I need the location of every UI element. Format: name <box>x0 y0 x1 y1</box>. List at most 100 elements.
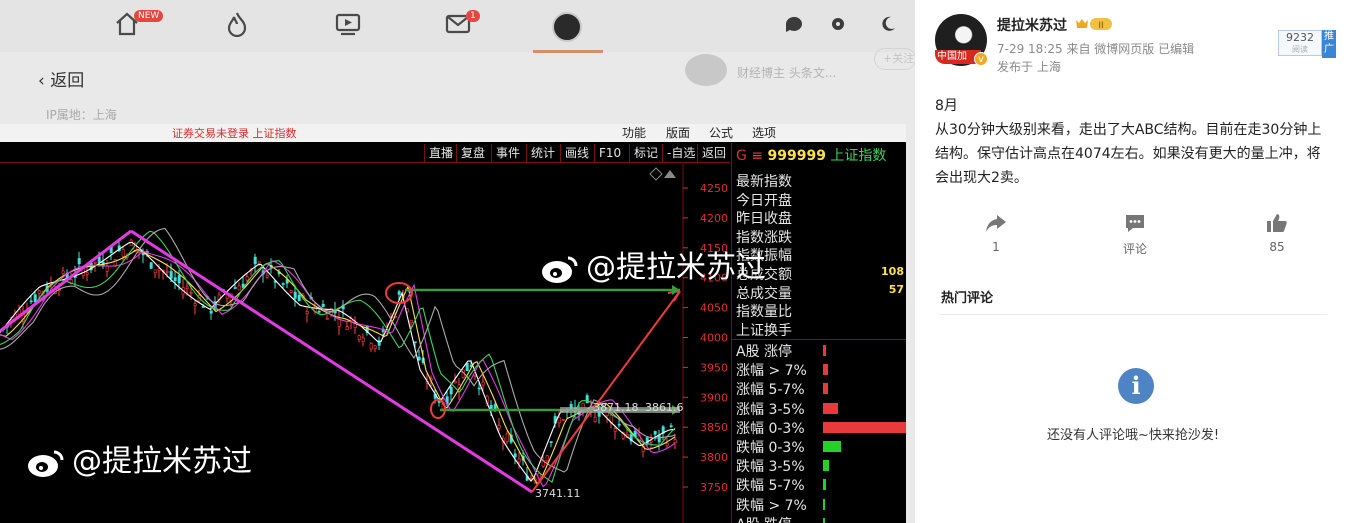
tool-event[interactable]: 事件 <box>491 144 524 162</box>
candle-body <box>657 435 661 443</box>
dark-mode-icon[interactable] <box>874 10 902 38</box>
candle-body <box>649 440 653 443</box>
triangle-icon[interactable] <box>664 170 676 178</box>
menu-function[interactable]: 功能 <box>622 124 646 141</box>
login-warning: 证券交易未登录 上证指数 <box>172 127 297 140</box>
quote-eq-mark: ≡ <box>751 148 764 164</box>
candle-body <box>265 274 269 278</box>
diamond-icon[interactable] <box>649 167 663 181</box>
tool-watchlist[interactable]: -自选 <box>662 144 699 162</box>
top-nav: NEW 1 <box>0 0 915 53</box>
chat-icon[interactable] <box>780 10 808 38</box>
breadth-row-label: 涨幅 > 7% <box>736 363 807 380</box>
menu-options[interactable]: 选项 <box>752 124 776 141</box>
tool-stats[interactable]: 统计 <box>526 144 559 162</box>
price-tick-label: 3750 <box>700 481 728 494</box>
empty-comments-text: 还没有人评论哦~快来抢沙发! <box>1046 428 1220 443</box>
quote-row: 上证换手 <box>736 322 792 339</box>
wave-c-projection <box>531 290 681 493</box>
candle-body <box>449 386 453 395</box>
price-tick-label: 3900 <box>700 391 728 404</box>
candle-body <box>545 455 549 462</box>
tool-review[interactable]: 复盘 <box>456 144 489 162</box>
menu-formula[interactable]: 公式 <box>709 124 733 141</box>
peek-follow-button[interactable]: +关注 <box>874 48 916 70</box>
candle-body <box>417 356 421 361</box>
candle-body <box>673 439 677 443</box>
quote-value-2: 57 <box>888 283 904 296</box>
tool-live[interactable]: 直播 <box>424 144 457 162</box>
user-avatar[interactable] <box>552 12 582 42</box>
breadth-bar <box>823 345 826 356</box>
candle-body <box>85 272 89 275</box>
peek-avatar <box>685 54 727 86</box>
candle-body <box>293 291 297 299</box>
comment-button[interactable]: 评论 <box>1105 212 1165 257</box>
promote-button[interactable]: 推广 <box>1322 30 1336 58</box>
price-tick-label: 3950 <box>700 361 728 374</box>
tool-mark[interactable]: 标记 <box>629 144 662 162</box>
watermark-text-top: @提拉米苏过 <box>586 250 766 285</box>
settings-icon[interactable] <box>824 10 852 38</box>
candle-body <box>489 405 493 410</box>
candle-body <box>593 417 597 422</box>
price-tick-label: 4050 <box>700 302 728 315</box>
new-badge: NEW <box>134 10 164 22</box>
low-label: 3741.11 <box>535 487 581 500</box>
candle-body <box>233 287 237 289</box>
menu-layout[interactable]: 版面 <box>666 124 690 141</box>
quote-separator <box>732 339 906 340</box>
candle-body <box>245 276 249 281</box>
watermark-top: @提拉米苏过 <box>540 242 766 286</box>
candle-body <box>517 458 521 463</box>
candle-body <box>477 387 481 390</box>
candle-body <box>253 256 257 265</box>
breadth-bar <box>823 402 838 414</box>
watermark-bottom: @提拉米苏过 <box>26 436 252 480</box>
candle-body <box>289 290 293 293</box>
author-name[interactable]: 提拉米苏过 <box>997 15 1067 35</box>
candle-body <box>357 335 361 340</box>
breadth-bar <box>823 460 829 472</box>
candle-body <box>237 285 241 291</box>
candle-body <box>185 286 189 289</box>
back-label: 返回 <box>50 71 85 91</box>
repost-button[interactable]: 1 <box>966 212 1026 254</box>
wave-a-line <box>0 229 132 333</box>
post-location: 发布于 上海 <box>997 60 1061 74</box>
screenshot-root: NEW 1 ‹ 返回 IP属地：上海 财经博主 头条文... +关注 证券交易未… <box>0 0 1351 523</box>
candle-body <box>397 291 401 295</box>
tool-back[interactable]: 返回 <box>697 144 730 162</box>
candle-body <box>669 425 673 427</box>
tool-draw[interactable]: 画线 <box>560 144 593 162</box>
watermark-text-bottom: @提拉米苏过 <box>72 444 252 479</box>
candle-body <box>173 277 177 282</box>
back-button[interactable]: ‹ 返回 <box>38 66 84 91</box>
quote-g-mark: G <box>736 148 747 164</box>
breadth-row-label: 涨幅 5-7% <box>736 382 805 399</box>
info-icon: i <box>1118 368 1154 404</box>
price-tick-label: 3850 <box>700 421 728 434</box>
tool-f10[interactable]: F10 <box>594 144 625 162</box>
comment-icon <box>1126 215 1144 232</box>
price-tick-label: 4000 <box>700 332 728 345</box>
breadth-bar <box>823 441 841 452</box>
verified-badge-icon: v <box>974 52 988 66</box>
breadth-row-label: 跌幅 3-5% <box>736 459 805 476</box>
software-menubar: 证券交易未登录 上证指数 功能 版面 公式 选项 <box>0 124 906 142</box>
candle-body <box>557 417 561 424</box>
weibo-logo-icon <box>542 256 578 283</box>
divider <box>939 314 1327 315</box>
candle-body <box>513 453 517 458</box>
level-b-label: 3861.6 <box>645 401 684 414</box>
hot-fire-icon[interactable] <box>223 10 251 38</box>
candle-body <box>193 303 197 306</box>
candle-body <box>189 292 193 294</box>
like-button[interactable]: 85 <box>1247 212 1307 254</box>
candle-body <box>177 275 181 284</box>
level-badge-text: II <box>1098 21 1103 31</box>
candle-body <box>453 381 457 384</box>
video-icon[interactable] <box>334 10 362 38</box>
breadth-bar <box>823 364 828 376</box>
breadth-row-label: 跌幅 0-3% <box>736 440 805 456</box>
